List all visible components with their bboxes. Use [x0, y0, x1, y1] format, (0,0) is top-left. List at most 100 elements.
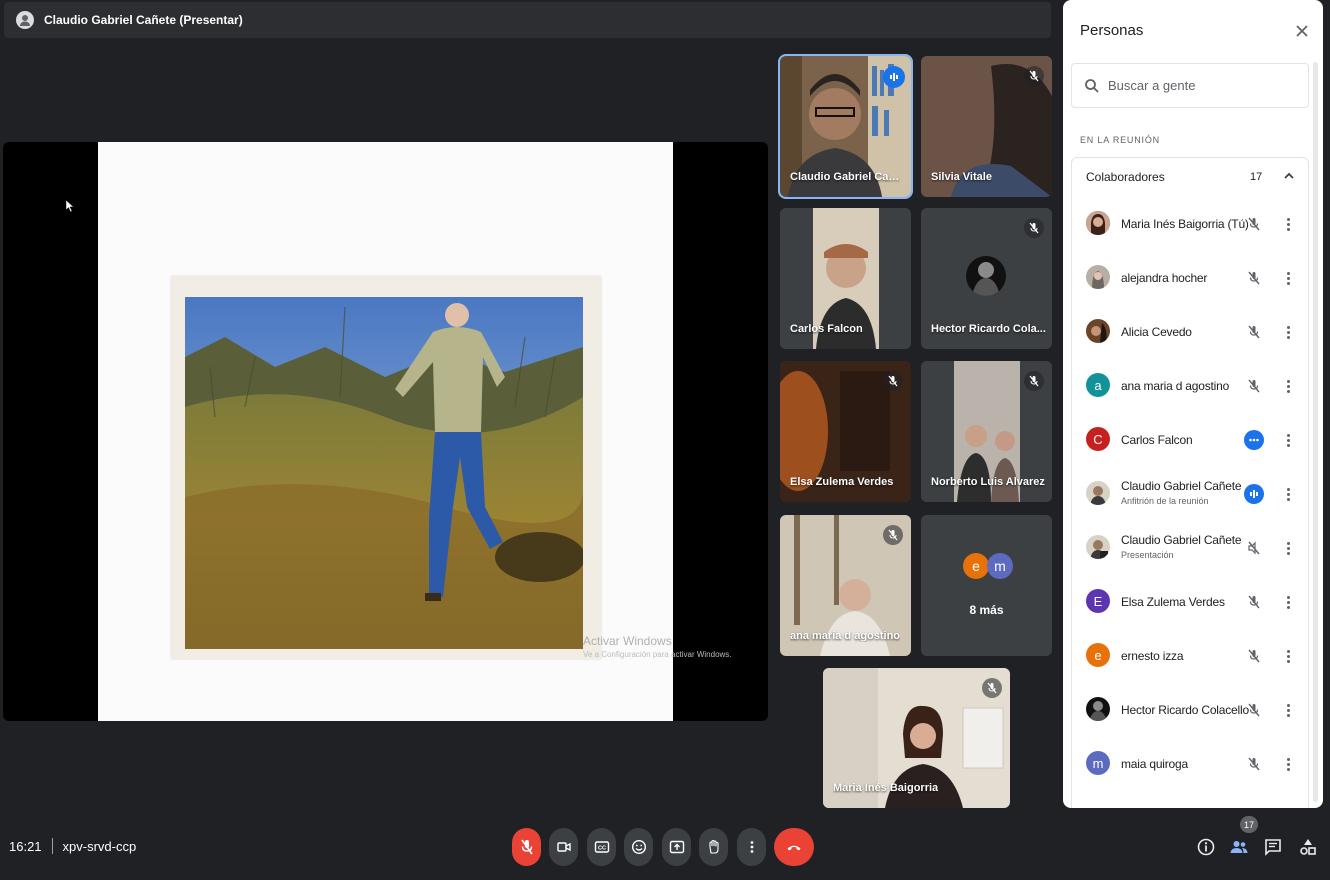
meeting-info: 16:21 xpv-srvd-ccp	[9, 838, 136, 854]
presenter-title: Claudio Gabriel Cañete (Presentar)	[44, 13, 243, 27]
more-options-button[interactable]	[737, 828, 766, 866]
mic-off-icon	[1244, 322, 1264, 342]
section-label: EN LA REUNIÓN	[1080, 135, 1160, 145]
more-options-icon[interactable]	[1282, 214, 1294, 234]
search-input[interactable]	[1108, 78, 1288, 93]
tile-name: Norberto Luis Alvarez	[931, 476, 1045, 488]
printed-photo-card	[171, 276, 601, 659]
muted-mic-icon	[1024, 66, 1044, 86]
more-options-icon[interactable]	[1282, 592, 1294, 612]
person-role: Anfitrión de la reunión	[1121, 496, 1209, 506]
avatar	[1086, 211, 1110, 235]
info-icon	[1197, 838, 1215, 856]
people-icon	[1230, 841, 1248, 853]
more-options-icon[interactable]	[1282, 646, 1294, 666]
present-button[interactable]	[662, 828, 691, 866]
panel-scrollbar[interactable]	[1313, 62, 1318, 802]
mic-off-icon	[1244, 214, 1264, 234]
list-item[interactable]: C Carlos Falcon	[1072, 413, 1310, 467]
chat-button[interactable]	[1262, 836, 1284, 858]
avatar-e: e	[963, 553, 989, 579]
mic-off-icon	[1244, 700, 1264, 720]
muted-mic-icon	[982, 678, 1002, 698]
list-item[interactable]: Alicia Cevedo	[1072, 305, 1310, 359]
more-options-icon[interactable]	[1282, 376, 1294, 396]
tile-name: Maria Inés Baigorria	[833, 782, 939, 794]
watermark-title: Activar Windows	[583, 634, 672, 648]
muted-mic-icon	[883, 525, 903, 545]
mic-toggle-button[interactable]	[512, 828, 541, 866]
people-count-badge: 17	[1240, 816, 1258, 833]
list-item[interactable]: alejandra hocher	[1072, 251, 1310, 305]
list-item[interactable]: m maia quiroga	[1072, 737, 1310, 791]
more-options-icon[interactable]	[1282, 268, 1294, 288]
activities-button[interactable]	[1297, 836, 1319, 858]
tile-more-participants[interactable]: e m 8 más	[921, 515, 1052, 656]
chevron-up-icon[interactable]	[1282, 169, 1296, 183]
more-options-icon[interactable]	[1282, 700, 1294, 720]
raise-hand-button[interactable]	[699, 828, 728, 866]
audio-level-dots-icon	[1244, 430, 1264, 450]
more-options-icon[interactable]	[1282, 538, 1294, 558]
list-item[interactable]: Hector Ricardo Colacello	[1072, 683, 1310, 737]
reactions-button[interactable]	[624, 828, 653, 866]
tile-elsa[interactable]: Elsa Zulema Verdes	[780, 361, 911, 502]
captions-button[interactable]: CC	[587, 828, 616, 866]
participant-avatar	[966, 256, 1006, 296]
person-name: ernesto izza	[1121, 649, 1184, 663]
collaborators-group-header[interactable]: Colaboradores 17	[1071, 157, 1309, 195]
person-name: Alicia Cevedo	[1121, 325, 1192, 339]
tile-ana-maria[interactable]: ana maria d agostino	[780, 515, 911, 656]
emoji-icon	[631, 839, 646, 855]
list-item[interactable]: E Elsa Zulema Verdes	[1072, 575, 1310, 629]
presenter-avatar	[16, 11, 34, 29]
list-item[interactable]: e ernesto izza	[1072, 629, 1310, 683]
mic-off-icon	[1244, 592, 1264, 612]
group-count: 17	[1250, 170, 1263, 183]
mic-off-icon	[1244, 646, 1264, 666]
tile-silvia[interactable]: Silvia Vitale	[921, 56, 1052, 197]
tile-self-maria-ines[interactable]: Maria Inés Baigorria	[823, 668, 1010, 808]
tile-name: Hector Ricardo Cola...	[931, 323, 1046, 335]
person-name: Claudio Gabriel Cañete	[1121, 533, 1242, 547]
more-options-icon[interactable]	[1282, 322, 1294, 342]
more-options-icon[interactable]	[1282, 754, 1294, 774]
divider	[51, 838, 53, 854]
tile-name: Claudio Gabriel Cañe...	[790, 171, 905, 183]
list-item[interactable]: Claudio Gabriel Cañete Presentación	[1072, 521, 1310, 575]
tile-norberto[interactable]: Norberto Luis Alvarez	[921, 361, 1052, 502]
mouse-cursor-icon	[66, 200, 74, 212]
list-item[interactable]: a ana maria d agostino	[1072, 359, 1310, 413]
person-name: Maria Inés Baigorria (Tú)	[1121, 217, 1249, 231]
tile-name: ana maria d agostino	[790, 630, 901, 642]
more-options-icon[interactable]	[1282, 430, 1294, 450]
people-button[interactable]	[1228, 836, 1250, 858]
search-people[interactable]	[1071, 63, 1309, 108]
leave-call-button[interactable]	[774, 828, 814, 866]
list-item[interactable]: Maria Inés Baigorria (Tú)	[1072, 197, 1310, 251]
meeting-details-button[interactable]	[1195, 836, 1217, 858]
tile-hector[interactable]: Hector Ricardo Cola...	[921, 208, 1052, 349]
mic-off-icon	[1244, 268, 1264, 288]
speaking-indicator-icon	[1244, 484, 1264, 504]
more-avatars: e m	[963, 553, 1013, 579]
tile-claudio[interactable]: Claudio Gabriel Cañe...	[778, 54, 913, 199]
tile-name: Silvia Vitale	[931, 171, 992, 183]
person-role: Presentación	[1121, 550, 1174, 560]
svg-text:CC: CC	[598, 846, 606, 852]
person-name: Claudio Gabriel Cañete	[1121, 479, 1242, 493]
avatar	[1086, 697, 1110, 721]
person-name: alejandra hocher	[1121, 271, 1208, 285]
more-options-icon[interactable]	[1282, 484, 1294, 504]
person-name: Elsa Zulema Verdes	[1121, 595, 1225, 609]
tile-name: Carlos Falcon	[790, 323, 863, 335]
camera-toggle-button[interactable]	[549, 828, 578, 866]
search-icon	[1085, 78, 1099, 93]
activities-shapes-icon	[1300, 839, 1316, 855]
person-name: ana maria d agostino	[1121, 379, 1230, 393]
shared-screen: Activar Windows Ve a Configuración para …	[3, 142, 768, 721]
tile-carlos[interactable]: Carlos Falcon	[780, 208, 911, 349]
close-icon[interactable]	[1293, 22, 1311, 40]
list-item[interactable]: Claudio Gabriel Cañete Anfitrión de la r…	[1072, 467, 1310, 521]
person-name: Carlos Falcon	[1121, 433, 1193, 447]
